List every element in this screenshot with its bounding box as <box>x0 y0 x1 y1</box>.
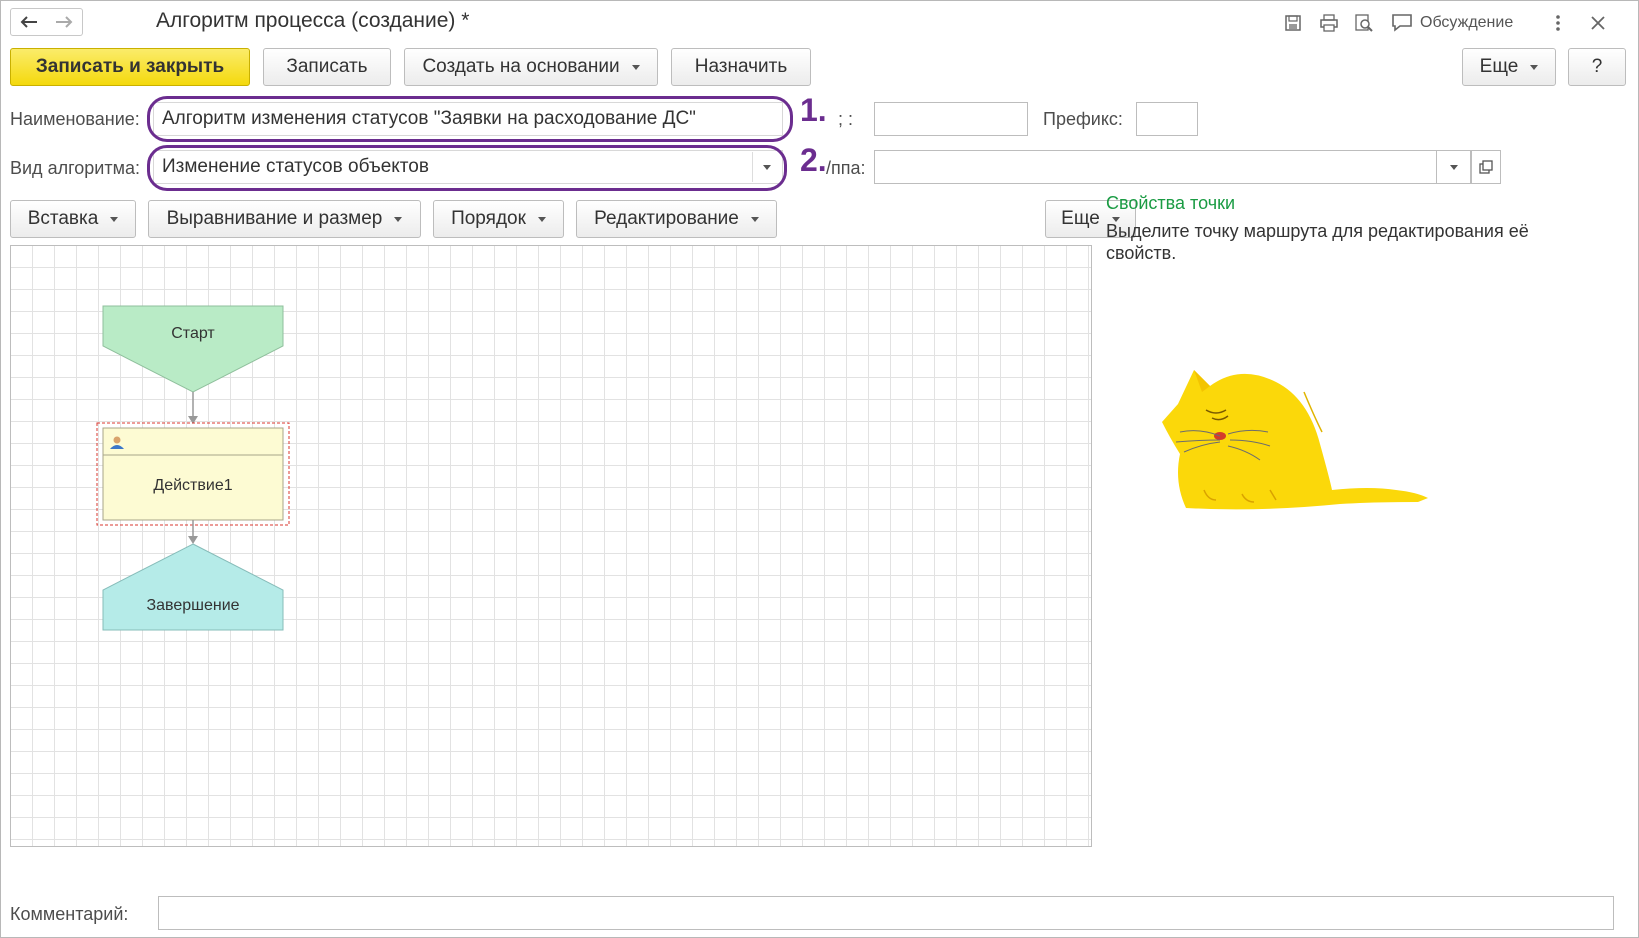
group-label: /ппа: <box>826 158 866 178</box>
insert-menu-button[interactable]: Вставка <box>10 200 136 238</box>
back-button[interactable] <box>10 8 48 36</box>
arrowhead-icon <box>188 536 198 544</box>
code-label: ; : <box>838 109 854 129</box>
create-based-on-button[interactable]: Создать на основании <box>404 48 658 86</box>
annotation-number-1: 1. <box>800 92 827 128</box>
help-button[interactable]: ? <box>1568 48 1626 86</box>
forward-button[interactable] <box>46 8 83 36</box>
annotation-oval-2 <box>147 145 787 191</box>
create-based-on-label: Создать на основании <box>422 56 620 77</box>
annotation-oval-1 <box>147 96 793 142</box>
more-vertical-icon[interactable] <box>1547 12 1569 34</box>
chevron-down-icon <box>394 216 403 222</box>
group-field[interactable] <box>874 150 1437 184</box>
insert-label: Вставка <box>27 208 99 229</box>
diagram-svg: Старт Действие1 Завершение <box>96 305 290 631</box>
start-node-label: Старт <box>171 325 215 342</box>
assign-label: Назначить <box>694 56 788 77</box>
more-button[interactable]: Еще <box>1462 48 1556 86</box>
code-field[interactable] <box>874 102 1028 136</box>
chevron-down-icon <box>750 216 759 222</box>
assign-button[interactable]: Назначить <box>671 48 811 86</box>
align-size-menu-button[interactable]: Выравнивание и размер <box>148 200 421 238</box>
save-label: Записать <box>286 56 368 77</box>
help-label: ? <box>1591 56 1603 77</box>
save-button[interactable]: Записать <box>263 48 391 86</box>
comment-field[interactable] <box>158 896 1614 930</box>
more-label: Еще <box>1479 56 1519 77</box>
comment-label: Комментарий: <box>10 904 129 924</box>
save-icon[interactable] <box>1282 12 1304 34</box>
chevron-down-icon <box>110 216 119 222</box>
sleeping-cat-illustration <box>1162 370 1428 510</box>
save-and-close-label: Записать и закрыть <box>35 56 225 77</box>
edit-menu-button[interactable]: Редактирование <box>576 200 777 238</box>
arrow-right-icon <box>56 16 73 28</box>
align-size-label: Выравнивание и размер <box>166 208 383 229</box>
discussion-label[interactable]: Обсуждение <box>1420 14 1513 32</box>
algorithm-kind-label: Вид алгоритма: <box>10 158 140 178</box>
annotation-number-2: 2. <box>800 142 827 178</box>
order-menu-button[interactable]: Порядок <box>433 200 564 238</box>
open-window-icon <box>1479 160 1493 174</box>
action-node[interactable]: Действие1 <box>102 427 284 521</box>
chevron-down-icon <box>631 64 640 70</box>
edit-label: Редактирование <box>594 208 739 229</box>
prefix-label: Префикс: <box>1043 109 1123 129</box>
editor-more-label: Еще <box>1061 208 1100 229</box>
arrow-left-icon <box>20 16 37 28</box>
print-icon[interactable] <box>1318 12 1340 34</box>
group-dropdown-button[interactable] <box>1437 150 1471 184</box>
window-title: Алгоритм процесса (создание) * <box>156 9 470 32</box>
save-and-close-button[interactable]: Записать и закрыть <box>10 48 250 86</box>
end-node[interactable]: Завершение <box>102 543 284 631</box>
chevron-down-icon <box>537 216 546 222</box>
point-properties-title: Свойства точки <box>1106 193 1236 213</box>
discussion-icon[interactable] <box>1391 12 1413 34</box>
name-label: Наименование: <box>10 109 140 129</box>
action-node-label: Действие1 <box>153 477 232 494</box>
point-properties-hint: Выделите точку маршрута для редактирован… <box>1106 221 1529 263</box>
diagram-canvas[interactable]: Старт Действие1 Завершение <box>10 245 1092 847</box>
chevron-down-icon <box>1530 64 1539 70</box>
preview-icon[interactable] <box>1353 12 1375 34</box>
chevron-down-icon <box>1449 164 1458 170</box>
order-label: Порядок <box>451 208 526 229</box>
prefix-field[interactable] <box>1136 102 1198 136</box>
group-open-button[interactable] <box>1471 150 1501 184</box>
start-node[interactable]: Старт <box>102 305 284 393</box>
end-node-label: Завершение <box>146 597 239 614</box>
close-icon[interactable] <box>1587 12 1609 34</box>
